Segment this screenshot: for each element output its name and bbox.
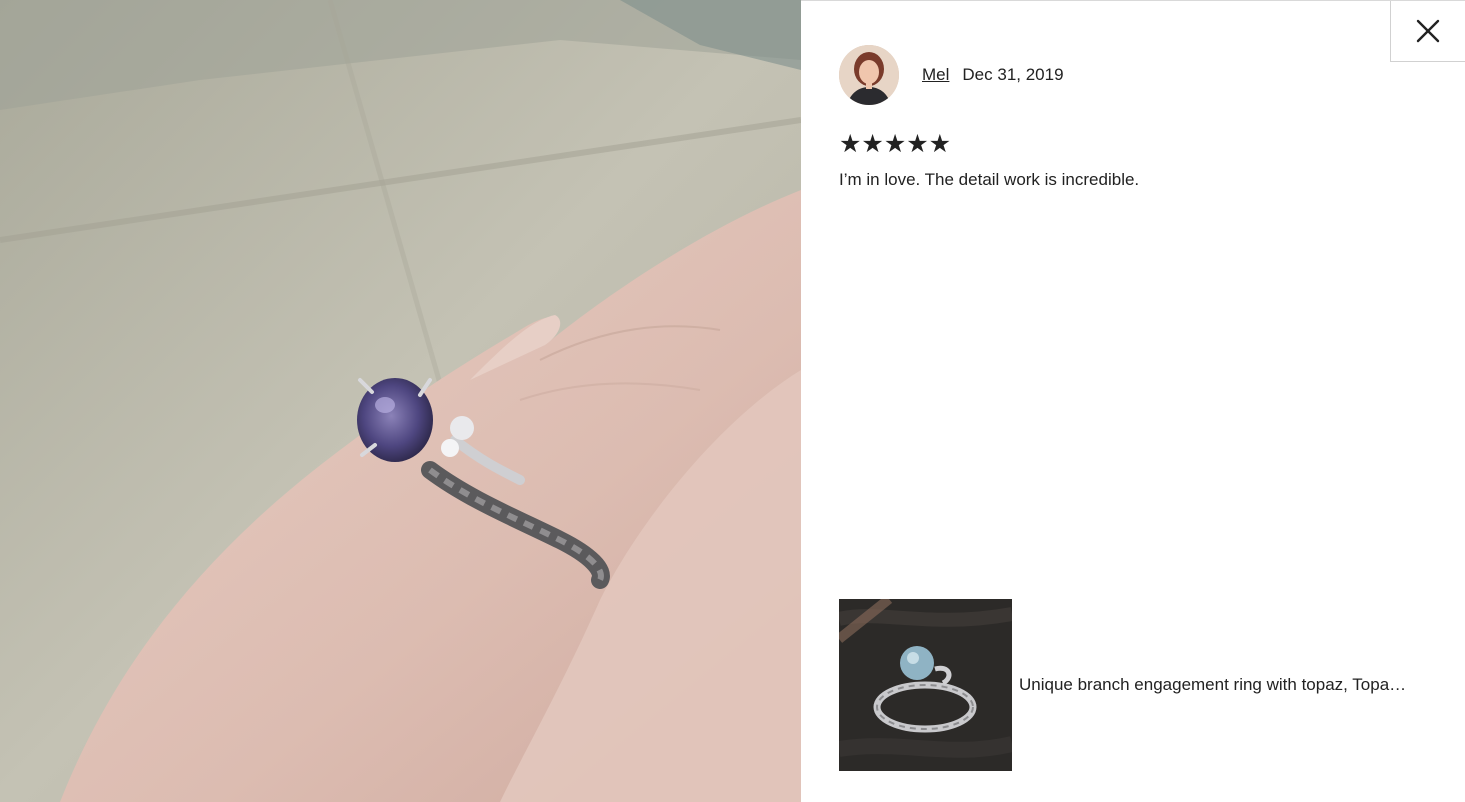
ring-on-hand-photo <box>0 0 801 802</box>
review-date: Dec 31, 2019 <box>962 65 1064 84</box>
reviewed-product-link[interactable]: Unique branch engagement ring with topaz… <box>839 599 1459 771</box>
avatar-image <box>839 45 899 105</box>
review-photo <box>0 0 801 802</box>
close-icon <box>1416 19 1440 43</box>
review-text: I’m in love. The detail work is incredib… <box>839 170 1140 189</box>
review-details-panel: Mel Dec 31, 2019 ★★★★★ I’m in love. The … <box>801 0 1465 802</box>
review-photo-modal: Mel Dec 31, 2019 ★★★★★ I’m in love. The … <box>0 0 1465 802</box>
avatar[interactable] <box>839 45 899 105</box>
reviewer-info: Mel Dec 31, 2019 <box>839 45 1064 105</box>
reviewer-name-link[interactable]: Mel <box>922 65 949 85</box>
product-title[interactable]: Unique branch engagement ring with topaz… <box>1019 675 1451 695</box>
product-thumbnail <box>839 599 1012 771</box>
star-rating: ★★★★★ <box>839 130 952 158</box>
close-button[interactable] <box>1390 1 1465 62</box>
ring-product-thumbnail-icon <box>839 599 1012 771</box>
